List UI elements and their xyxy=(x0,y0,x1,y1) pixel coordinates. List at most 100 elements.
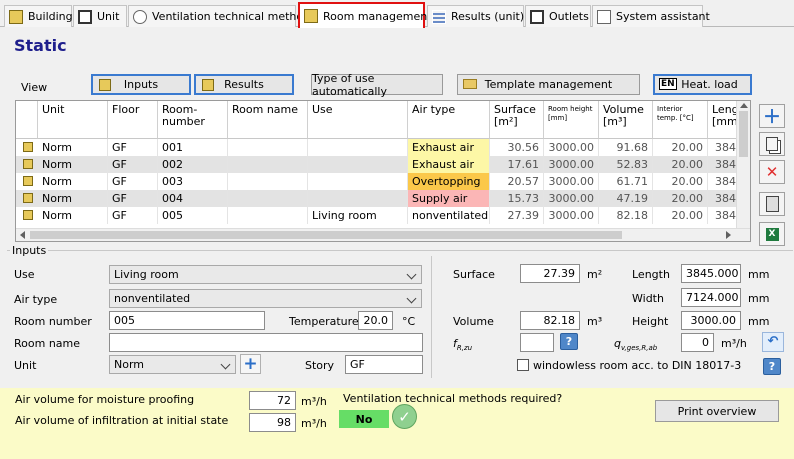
cell-surface: 20.57 xyxy=(490,173,544,190)
delete-room-button[interactable]: ✕ xyxy=(759,160,785,184)
add-unit-button[interactable]: + xyxy=(240,354,261,374)
cell-unit: Norm xyxy=(38,156,108,173)
table-header-air-type[interactable]: Air type xyxy=(408,101,490,139)
inputs-button[interactable]: Inputs xyxy=(91,74,191,95)
cell-air-type: Overtopping xyxy=(408,173,490,190)
template-management-button[interactable]: Template management xyxy=(457,74,640,95)
use-select[interactable]: Living room xyxy=(109,265,422,284)
table-header-room-height[interactable]: Room height [mm] xyxy=(544,101,599,139)
horizontal-scroll-thumb[interactable] xyxy=(30,231,622,239)
question-icon: ? xyxy=(565,335,573,348)
outlets-icon xyxy=(530,9,544,24)
table-row[interactable]: Norm GF 001 Exhaust air 30.56 3000.00 91.68 20.… xyxy=(16,139,748,156)
delete-x-icon: ✕ xyxy=(765,163,779,181)
temperature-input[interactable]: 20.0 xyxy=(358,311,393,330)
tab-bar: Building Unit Ventilation technical meth… xyxy=(0,0,794,28)
ventilation-icon xyxy=(133,9,147,24)
tab-results-unit[interactable]: Results (unit) xyxy=(427,5,524,27)
excel-export-button[interactable]: X xyxy=(759,222,785,246)
cell-height: 3000.00 xyxy=(544,173,599,190)
moisture-label: Air volume for moisture proofing xyxy=(15,393,195,406)
fr-label: fR,zu xyxy=(453,337,473,353)
length-input[interactable]: 3845.000 xyxy=(681,264,741,283)
cell-height: 3000.00 xyxy=(544,190,599,207)
cell-air-type: nonventilated xyxy=(408,207,490,224)
table-header-interior-temp[interactable]: Interior temp. [°C] xyxy=(653,101,708,139)
calculator-button[interactable] xyxy=(759,192,785,216)
calculator-icon xyxy=(765,196,779,212)
tab-ventilation-technical-methods[interactable]: Ventilation technical methods xyxy=(128,5,316,27)
tab-building[interactable]: Building xyxy=(4,5,73,27)
unit-icon xyxy=(78,9,92,24)
air-type-select[interactable]: nonventilated xyxy=(109,289,422,308)
cell-room-name xyxy=(228,156,308,173)
room-table: Unit Floor Room- number Room name Use Ai… xyxy=(15,100,751,242)
cell-surface: 15.73 xyxy=(490,190,544,207)
temperature-unit: °C xyxy=(402,315,416,328)
cell-room-number: 002 xyxy=(158,156,228,173)
type-of-use-button[interactable]: Type of use automatically xyxy=(311,72,443,98)
scroll-right-icon xyxy=(726,231,731,239)
story-input[interactable]: GF xyxy=(345,355,423,374)
tab-unit[interactable]: Unit xyxy=(73,5,127,27)
tab-system-assistant[interactable]: System assistant xyxy=(592,5,710,27)
fr-help-button[interactable]: ? xyxy=(560,333,578,350)
print-overview-button[interactable]: Print overview xyxy=(655,400,779,422)
copy-room-button[interactable] xyxy=(759,132,785,156)
table-header-use[interactable]: Use xyxy=(308,101,408,139)
table-header-room-name[interactable]: Room name xyxy=(228,101,308,139)
width-input[interactable]: 7124.000 xyxy=(681,288,741,307)
story-label: Story xyxy=(305,359,335,372)
width-unit: mm xyxy=(748,292,770,305)
heat-load-button[interactable]: EN Heat. load xyxy=(653,74,752,95)
table-header-floor[interactable]: Floor xyxy=(108,101,158,139)
cell-temp: 20.00 xyxy=(653,139,708,156)
results-button[interactable]: Results xyxy=(194,74,294,95)
room-number-label: Room number xyxy=(14,315,92,328)
cell-surface: 30.56 xyxy=(490,139,544,156)
height-input[interactable]: 3000.00 xyxy=(681,311,741,330)
surface-input[interactable]: 27.39 xyxy=(520,264,580,283)
windowless-checkbox[interactable] xyxy=(517,359,529,371)
room-name-input[interactable] xyxy=(109,333,423,352)
table-row[interactable]: Norm GF 003 Overtopping 20.57 3000.00 61.71 20.… xyxy=(16,173,748,190)
tab-room-management[interactable]: Room management xyxy=(298,2,432,28)
add-room-button[interactable]: ＋ xyxy=(759,104,785,128)
cell-height: 3000.00 xyxy=(544,207,599,224)
undo-button[interactable]: ↶ xyxy=(762,332,784,352)
ventilation-required-label: Ventilation technical methods required? xyxy=(343,392,563,405)
horizontal-scrollbar[interactable] xyxy=(16,228,750,241)
vertical-scroll-thumb[interactable] xyxy=(739,111,748,157)
table-header-room-number[interactable]: Room- number xyxy=(158,101,228,139)
volume-input[interactable]: 82.18 xyxy=(520,311,580,330)
cell-room-number: 001 xyxy=(158,139,228,156)
inputs-divider xyxy=(431,256,432,378)
room-number-input[interactable]: 005 xyxy=(109,311,265,330)
cell-air-type: Exhaust air xyxy=(408,156,490,173)
question-icon: ? xyxy=(768,360,776,373)
cell-room-name xyxy=(228,173,308,190)
windowless-help-button[interactable]: ? xyxy=(763,358,781,375)
scroll-up-icon xyxy=(740,103,748,108)
cell-unit: Norm xyxy=(38,173,108,190)
fr-input[interactable] xyxy=(520,333,554,352)
height-unit: mm xyxy=(748,315,770,328)
cell-floor: GF xyxy=(108,139,158,156)
cell-room-number: 005 xyxy=(158,207,228,224)
q-input[interactable]: 0 xyxy=(681,333,714,352)
tab-outlets[interactable]: Outlets xyxy=(525,5,591,27)
cell-room-name xyxy=(228,139,308,156)
vertical-scrollbar[interactable] xyxy=(736,101,750,229)
table-row[interactable]: Norm GF 002 Exhaust air 17.61 3000.00 52.83 20.… xyxy=(16,156,748,173)
table-row[interactable]: Norm GF 004 Supply air 15.73 3000.00 47.19 20.0… xyxy=(16,190,748,207)
cell-volume: 91.68 xyxy=(599,139,653,156)
cell-unit: Norm xyxy=(38,207,108,224)
cell-use: Living room xyxy=(308,207,408,224)
table-header-unit[interactable]: Unit xyxy=(38,101,108,139)
table-header-surface[interactable]: Surface [m²] xyxy=(490,101,544,139)
cell-temp: 20.00 xyxy=(653,173,708,190)
table-row[interactable]: Norm GF 005 Living room nonventilated 27.39 30… xyxy=(16,207,748,224)
unit-select[interactable]: Norm xyxy=(109,355,236,374)
table-header-volume[interactable]: Volume [m³] xyxy=(599,101,653,139)
cell-room-number: 003 xyxy=(158,173,228,190)
